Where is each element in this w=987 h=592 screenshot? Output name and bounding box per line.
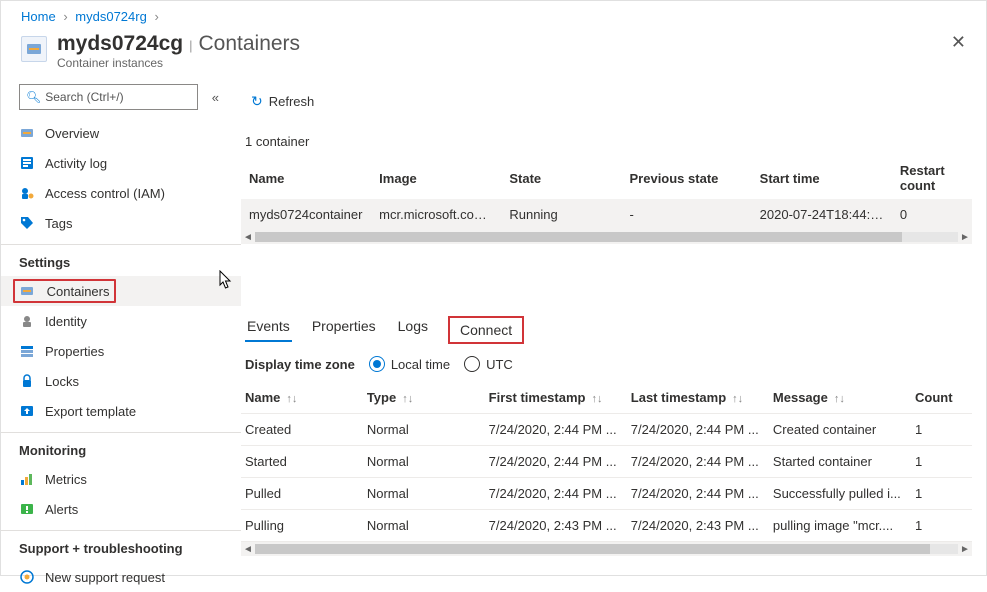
collapse-sidebar-button[interactable]: « [208, 88, 223, 107]
sidebar-search-input[interactable]: 🔍︎ Search (Ctrl+/) [19, 84, 198, 110]
col2-msg[interactable]: Message↑↓ [769, 382, 911, 414]
sort-icon: ↑↓ [286, 393, 297, 405]
support-icon [19, 569, 35, 585]
col2-last[interactable]: Last timestamp↑↓ [627, 382, 769, 414]
container-count: 1 container [241, 116, 972, 157]
scroll-right-icon[interactable]: ► [958, 232, 972, 243]
tab-events[interactable]: Events [245, 314, 292, 342]
table-row[interactable]: CreatedNormal7/24/2020, 2:44 PM ...7/24/… [241, 414, 972, 446]
breadcrumb-home[interactable]: Home [21, 9, 56, 24]
nav-containers[interactable]: Containers [1, 276, 241, 306]
breadcrumb-rg[interactable]: myds0724rg [75, 9, 147, 24]
nav-overview[interactable]: Overview [1, 118, 241, 148]
resource-type: Container instances [57, 56, 300, 70]
export-template-icon [19, 403, 35, 419]
radio-utc[interactable]: UTC [464, 356, 513, 372]
col2-count[interactable]: Count [911, 382, 972, 414]
table-row[interactable]: PulledNormal7/24/2020, 2:44 PM ...7/24/2… [241, 478, 972, 510]
alerts-icon [19, 501, 35, 517]
containers-icon [19, 283, 35, 299]
containers-table: Name Image State Previous state Start ti… [241, 157, 972, 230]
properties-icon [19, 343, 35, 359]
section-settings: Settings [1, 244, 241, 276]
tags-icon [19, 215, 35, 231]
nav-locks[interactable]: Locks [1, 366, 241, 396]
col-image[interactable]: Image [371, 157, 501, 199]
access-control-icon [19, 185, 35, 201]
activity-log-icon [19, 155, 35, 171]
lock-icon [19, 373, 35, 389]
tab-connect[interactable]: Connect [448, 316, 524, 344]
col-name[interactable]: Name [241, 157, 371, 199]
section-support: Support + troubleshooting [1, 530, 241, 562]
col2-type[interactable]: Type↑↓ [363, 382, 485, 414]
nav-properties[interactable]: Properties [1, 336, 241, 366]
nav-tags[interactable]: Tags [1, 208, 241, 238]
scroll-left-icon[interactable]: ◄ [241, 232, 255, 243]
nav-metrics[interactable]: Metrics [1, 464, 241, 494]
sort-icon: ↑↓ [591, 393, 602, 405]
metrics-icon [19, 471, 35, 487]
sort-icon: ↑↓ [732, 393, 743, 405]
timezone-row: Display time zone Local time UTC [241, 342, 972, 382]
chevron-right-icon: › [63, 9, 67, 24]
horizontal-scrollbar[interactable]: ◄ ► [241, 230, 972, 244]
col2-first[interactable]: First timestamp↑↓ [485, 382, 627, 414]
identity-icon [19, 313, 35, 329]
overview-icon [19, 125, 35, 141]
col-state[interactable]: State [501, 157, 621, 199]
chevron-right-icon: › [154, 9, 158, 24]
radio-selected-icon [369, 356, 385, 372]
table-row[interactable]: myds0724container mcr.microsoft.com/a...… [241, 199, 972, 230]
breadcrumb: Home › myds0724rg › [1, 1, 986, 28]
col2-name[interactable]: Name↑↓ [241, 382, 363, 414]
table-row[interactable]: StartedNormal7/24/2020, 2:44 PM ...7/24/… [241, 446, 972, 478]
timezone-label: Display time zone [245, 357, 355, 372]
col-prev-state[interactable]: Previous state [622, 157, 752, 199]
nav-alerts[interactable]: Alerts [1, 494, 241, 524]
nav-activity-log[interactable]: Activity log [1, 148, 241, 178]
sidebar: 🔍︎ Search (Ctrl+/) « Overview Activity l… [1, 80, 241, 582]
nav-access-control[interactable]: Access control (IAM) [1, 178, 241, 208]
main-content: ↻ Refresh 1 container Name Image State P… [241, 80, 986, 582]
tab-logs[interactable]: Logs [396, 314, 430, 342]
nav-export-template[interactable]: Export template [1, 396, 241, 426]
col-start-time[interactable]: Start time [752, 157, 892, 199]
page-header: myds0724cg | Containers Container instan… [1, 28, 986, 80]
tab-properties[interactable]: Properties [310, 314, 378, 342]
resource-title: myds0724cg [57, 32, 183, 56]
sort-icon: ↑↓ [834, 393, 845, 405]
detail-tabs: Events Properties Logs Connect [241, 314, 972, 342]
refresh-button[interactable]: ↻ Refresh [245, 89, 320, 114]
nav-new-support-request[interactable]: New support request [1, 562, 241, 592]
radio-local-time[interactable]: Local time [369, 356, 450, 372]
events-table: Name↑↓ Type↑↓ First timestamp↑↓ Last tim… [241, 382, 972, 542]
sort-icon: ↑↓ [402, 393, 413, 405]
search-icon: 🔍︎ [26, 90, 41, 104]
container-instance-icon [21, 36, 47, 62]
page-title: Containers [198, 32, 300, 56]
nav-identity[interactable]: Identity [1, 306, 241, 336]
refresh-icon: ↻ [251, 93, 263, 110]
close-button[interactable]: ✕ [951, 32, 966, 53]
scroll-left-icon[interactable]: ◄ [241, 544, 255, 555]
section-monitoring: Monitoring [1, 432, 241, 464]
radio-unselected-icon [464, 356, 480, 372]
scroll-right-icon[interactable]: ► [958, 544, 972, 555]
horizontal-scrollbar[interactable]: ◄ ► [241, 542, 972, 556]
col-restart-count[interactable]: Restart count [892, 157, 972, 199]
table-row[interactable]: PullingNormal7/24/2020, 2:43 PM ...7/24/… [241, 510, 972, 542]
